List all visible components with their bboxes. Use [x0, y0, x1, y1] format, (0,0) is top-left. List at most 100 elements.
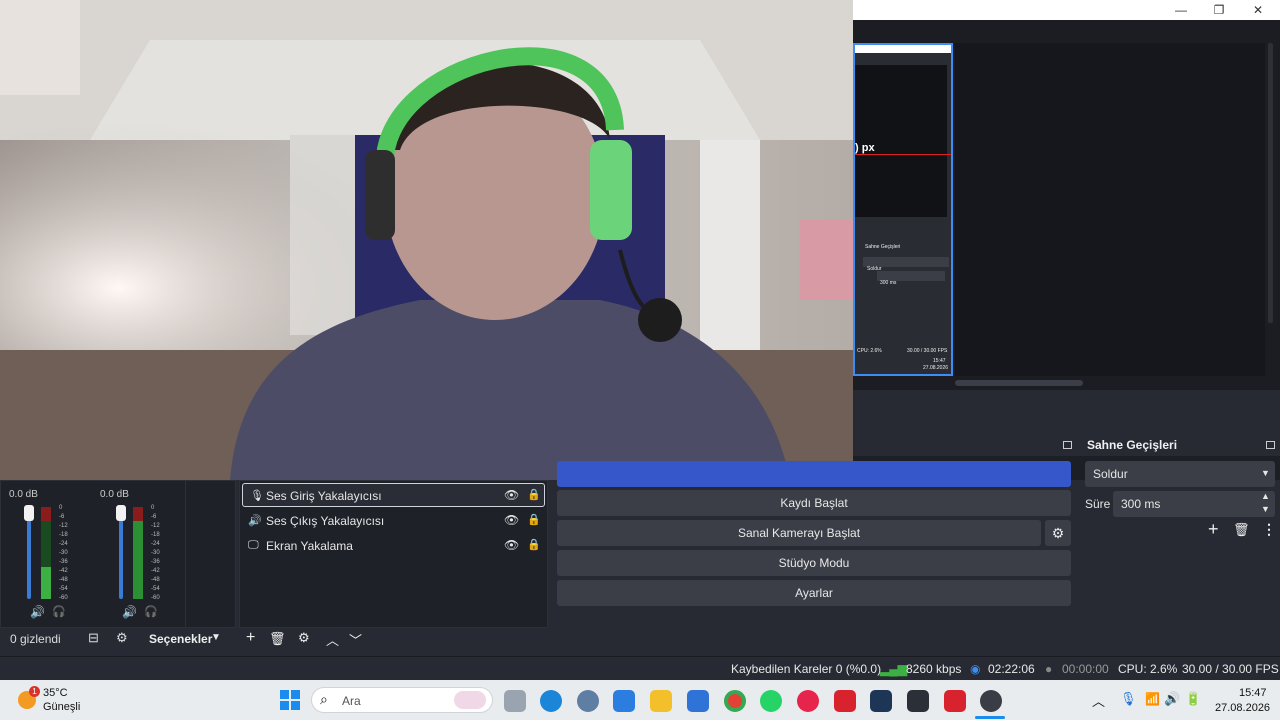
- fps: 30.00 / 30.00 FPS: [1182, 662, 1279, 676]
- source-label[interactable]: Ses Çıkış Yakalayıcısı: [266, 514, 384, 528]
- weather-desc[interactable]: Güneşli: [43, 701, 80, 713]
- gear-icon[interactable]: ⚙: [298, 630, 310, 646]
- close-icon[interactable]: ✕: [1248, 2, 1268, 18]
- clock-date[interactable]: 27.08.2026: [1215, 702, 1270, 714]
- restore-icon[interactable]: ❐: [1209, 2, 1229, 18]
- chevron-down-icon[interactable]: ▼: [1261, 504, 1270, 514]
- nested-transitions-title: Sahne Geçişleri: [865, 244, 901, 250]
- chevron-up-icon[interactable]: ︿: [326, 630, 339, 649]
- sources-panel: 🎙 Ses Giriş Yakalayıcısı 👁 🔒 🔊 Ses Çıkış…: [239, 480, 548, 628]
- headphones-icon[interactable]: 🎧: [144, 605, 158, 618]
- channel-2-db: 0.0 dB: [100, 489, 129, 500]
- nested-duration-field: 300 ms: [877, 271, 945, 286]
- microphone-icon: 🎙: [250, 490, 264, 502]
- preview-horizontal-scrollbar[interactable]: [955, 380, 1083, 386]
- weather-temp[interactable]: 35°C: [43, 687, 68, 699]
- preview-vertical-scrollbar[interactable]: [1268, 43, 1273, 323]
- source-label[interactable]: Ekran Yakalama: [266, 539, 353, 553]
- nested-preview: ) px Sahne Geçişleri Soldur 300 ms CPU: …: [853, 43, 953, 376]
- add-source-icon[interactable]: +: [246, 629, 255, 647]
- streaming-active-button[interactable]: [557, 461, 1071, 487]
- terminal-icon[interactable]: [907, 690, 929, 712]
- media-player-icon[interactable]: [797, 690, 819, 712]
- headphones-icon[interactable]: 🎧: [52, 605, 66, 618]
- channel-2-volume-handle[interactable]: [116, 505, 126, 521]
- preview-output: [955, 43, 1265, 376]
- monitor-icon: 🖵: [248, 539, 259, 551]
- nested-titlebar: [855, 45, 951, 53]
- lock-icon[interactable]: 🔒: [527, 488, 541, 501]
- scene-toolbar-band: [853, 390, 1280, 434]
- chevron-up-icon[interactable]: ︿: [1092, 691, 1105, 710]
- whatsapp-icon[interactable]: [760, 690, 782, 712]
- stream-time: 02:22:06: [988, 662, 1035, 676]
- volume-icon[interactable]: 🔊: [1164, 691, 1180, 707]
- battery-icon[interactable]: 🔋: [1185, 691, 1201, 707]
- divider: [185, 481, 186, 627]
- channel-1-db: 0.0 dB: [9, 489, 38, 500]
- chevron-down-icon[interactable]: ▼: [211, 632, 221, 643]
- speaker-icon[interactable]: 🔊: [122, 605, 137, 619]
- wifi-icon[interactable]: 📶: [1145, 692, 1160, 706]
- steam-icon[interactable]: [870, 690, 892, 712]
- start-recording-button[interactable]: Kaydı Başlat: [557, 490, 1071, 516]
- minimize-icon[interactable]: —: [1171, 2, 1191, 18]
- undock-icon[interactable]: [1063, 441, 1072, 449]
- windows-taskbar: 1 35°C Güneşli ⌕ Ara ︿ 🎙 📶 🔊 🔋 15:47 27.…: [0, 680, 1280, 720]
- settings-app-icon[interactable]: [577, 690, 599, 712]
- lock-icon[interactable]: 🔒: [527, 513, 541, 526]
- bitrate: 8260 kbps: [906, 662, 962, 676]
- chrome-icon[interactable]: [724, 690, 746, 712]
- transition-select[interactable]: Soldur ▼: [1085, 461, 1275, 487]
- layout-icon[interactable]: ⊟: [88, 630, 99, 646]
- channel-2-scale: 0 -6 -12 -18 -24 -30 -36 -42 -48 -54 -60: [151, 505, 160, 601]
- nested-fps: 30.00 / 30.00 FPS: [907, 348, 948, 354]
- dropped-frames: Kaybedilen Kareler 0 (%0.0): [731, 662, 882, 676]
- red-app-icon[interactable]: [944, 690, 966, 712]
- record-time: 00:00:00: [1062, 662, 1109, 676]
- virtual-camera-settings-icon[interactable]: ⚙: [1045, 520, 1071, 546]
- obs-icon[interactable]: [980, 690, 1002, 712]
- channel-1-scale: 0 -6 -12 -18 -24 -30 -36 -42 -48 -54 -60: [59, 505, 68, 601]
- eye-icon[interactable]: 👁: [504, 538, 519, 552]
- source-label[interactable]: Ses Giriş Yakalayıcısı: [266, 489, 382, 503]
- mail-icon[interactable]: [687, 690, 709, 712]
- transitions-dock-header: Sahne Geçişleri: [1080, 434, 1280, 456]
- trash-icon[interactable]: 🗑: [269, 631, 286, 647]
- lock-icon[interactable]: 🔒: [527, 538, 541, 551]
- red-app-icon[interactable]: [834, 690, 856, 712]
- hidden-count: 0 gizlendi: [10, 632, 61, 646]
- settings-button[interactable]: Ayarlar: [557, 580, 1071, 606]
- search-box[interactable]: ⌕ Ara: [311, 687, 493, 713]
- nested-red-guide: [855, 154, 951, 155]
- chevron-down-icon[interactable]: ﹀: [349, 630, 362, 649]
- start-virtual-camera-button[interactable]: Sanal Kamerayı Başlat: [557, 520, 1041, 546]
- trash-icon[interactable]: 🗑: [1233, 522, 1250, 538]
- undock-icon[interactable]: [1266, 441, 1275, 449]
- eye-icon[interactable]: 👁: [504, 513, 519, 527]
- add-transition-icon[interactable]: +: [1208, 519, 1219, 540]
- window-titlebar: — ❐ ✕: [853, 0, 1280, 20]
- store-icon[interactable]: [613, 690, 635, 712]
- gear-icon[interactable]: ⚙: [116, 630, 128, 646]
- search-placeholder: Ara: [342, 694, 361, 708]
- start-windows-icon[interactable]: [280, 690, 300, 710]
- signal-bars-icon: ▂▄▆: [880, 662, 907, 676]
- channel-1-volume-handle[interactable]: [24, 505, 34, 521]
- more-options-icon[interactable]: ⋮: [1262, 521, 1276, 538]
- eye-icon[interactable]: 👁: [504, 488, 519, 502]
- options-dropdown[interactable]: Seçenekler: [149, 632, 212, 646]
- speaker-icon[interactable]: 🔊: [30, 605, 45, 619]
- clock-time[interactable]: 15:47: [1239, 687, 1267, 699]
- file-explorer-icon[interactable]: [650, 690, 672, 712]
- studio-mode-button[interactable]: Stüdyo Modu: [557, 550, 1071, 576]
- webcam-feed: [0, 0, 853, 480]
- search-highlight-icon: [454, 691, 486, 709]
- microphone-icon[interactable]: 🎙: [1120, 691, 1137, 707]
- edge-icon[interactable]: [540, 690, 562, 712]
- active-app-indicator: [975, 716, 1005, 719]
- duration-spinbox[interactable]: 300 ms ▲ ▼: [1113, 491, 1275, 517]
- chevron-up-icon[interactable]: ▲: [1261, 491, 1270, 501]
- task-view-icon[interactable]: [504, 690, 526, 712]
- chevron-down-icon: ▼: [1261, 468, 1270, 478]
